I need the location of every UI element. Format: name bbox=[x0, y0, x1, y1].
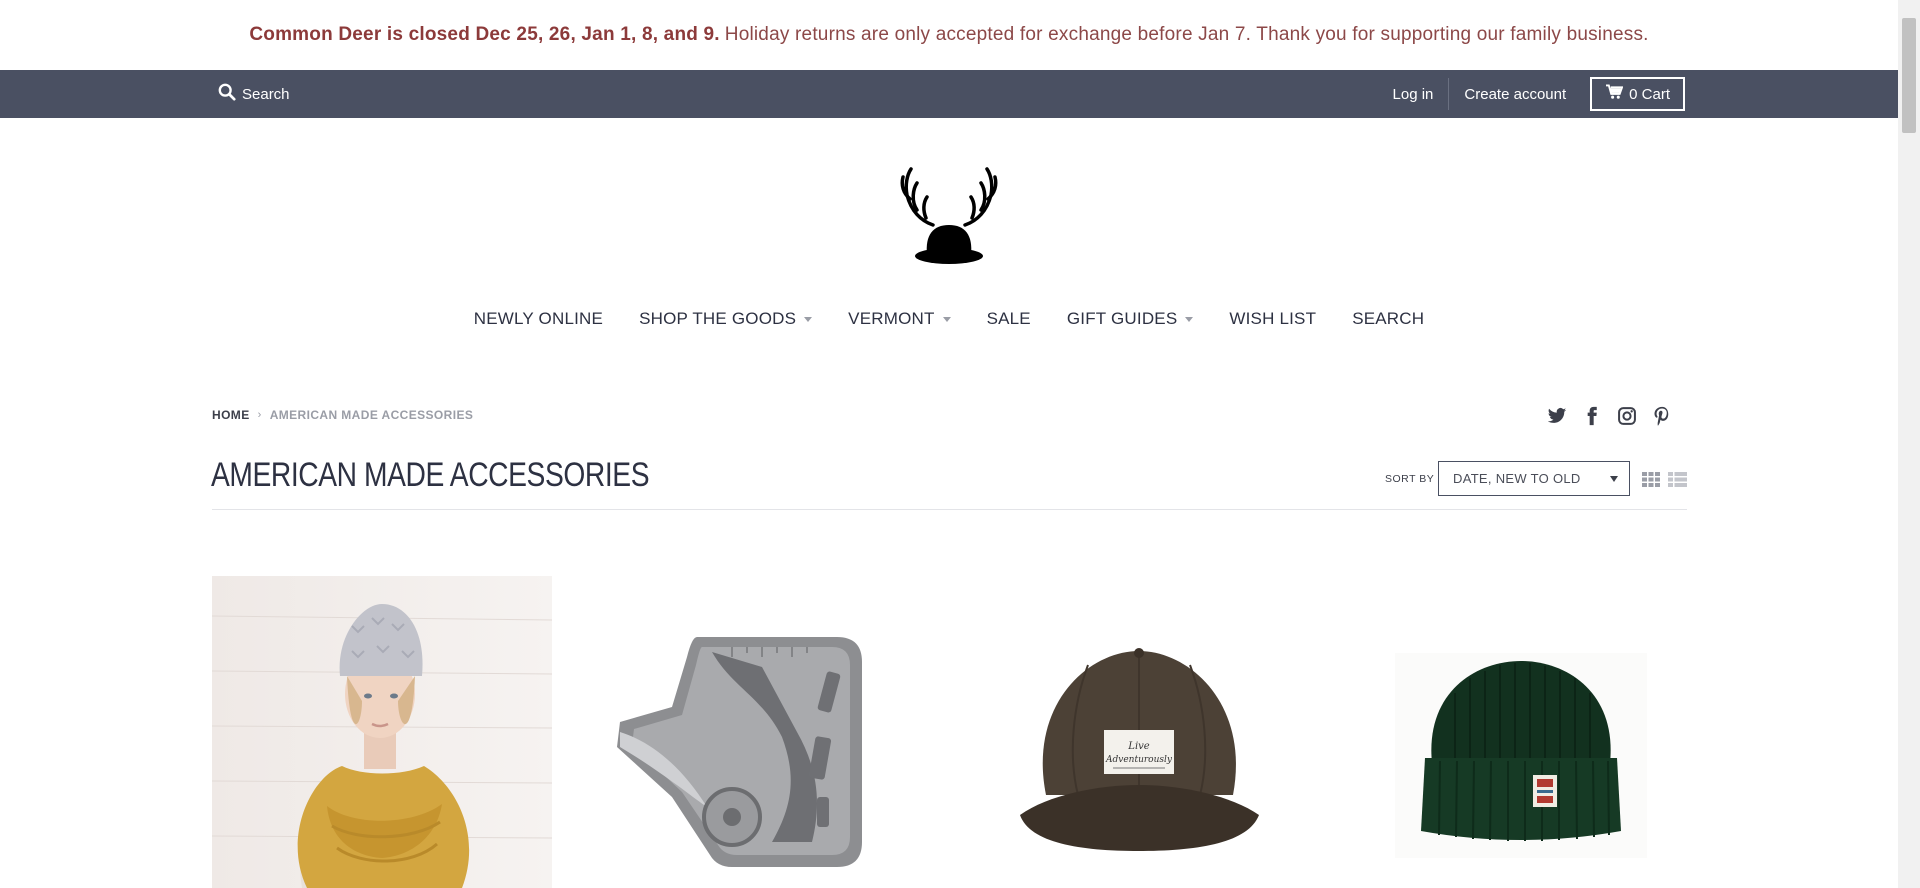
page: Common Deer is closed Dec 25, 26, Jan 1,… bbox=[0, 0, 1898, 888]
svg-text:Adventurously: Adventurously bbox=[1105, 755, 1173, 765]
deer-antler-hat-icon bbox=[900, 167, 998, 264]
list-view-icon[interactable] bbox=[1668, 472, 1687, 487]
sort-select[interactable]: DATE, NEW TO OLD bbox=[1438, 461, 1630, 496]
breadcrumb-home[interactable]: HOME bbox=[212, 408, 250, 422]
product-image-wolf-tool[interactable] bbox=[612, 627, 872, 877]
account-links: Log in Create account 0 Cart bbox=[1378, 70, 1685, 118]
breadcrumb-current: AMERICAN MADE ACCESSORIES bbox=[269, 408, 474, 422]
nav-item-search[interactable]: SEARCH bbox=[1334, 309, 1442, 329]
announcement-bold: Common Deer is closed Dec 25, 26, Jan 1,… bbox=[249, 24, 720, 45]
pinterest-icon[interactable] bbox=[1651, 405, 1673, 427]
chevron-down-icon bbox=[1610, 476, 1618, 482]
facebook-icon[interactable] bbox=[1581, 405, 1603, 427]
product-image-green-beanie[interactable] bbox=[1395, 653, 1647, 858]
nav-item-vermont[interactable]: VERMONT bbox=[830, 309, 968, 329]
collection-title: AMERICAN MADE ACCESSORIES bbox=[211, 456, 650, 494]
cart-label: 0 Cart bbox=[1629, 85, 1670, 103]
search-button[interactable]: Search bbox=[218, 70, 290, 118]
nav-label: SALE bbox=[986, 309, 1031, 328]
cart-button[interactable]: 0 Cart bbox=[1590, 77, 1685, 111]
cart-icon bbox=[1606, 84, 1624, 104]
nav-item-sale[interactable]: SALE bbox=[969, 309, 1049, 329]
product-photo bbox=[1395, 653, 1647, 858]
grid-view-icon[interactable] bbox=[1642, 472, 1660, 487]
nav-item-shop-the-goods[interactable]: SHOP THE GOODS bbox=[621, 309, 830, 329]
search-icon bbox=[218, 83, 236, 105]
create-account-link[interactable]: Create account bbox=[1449, 70, 1581, 118]
top-bar: Search Log in Create account 0 Cart bbox=[0, 70, 1898, 118]
product-image-brown-cap[interactable]: Live Adventurously bbox=[1018, 645, 1261, 853]
social-links bbox=[1546, 405, 1673, 427]
main-nav: NEWLY ONLINE SHOP THE GOODS VERMONT SALE… bbox=[0, 300, 1898, 338]
search-label: Search bbox=[242, 85, 290, 103]
nav-label: GIFT GUIDES bbox=[1066, 309, 1178, 328]
sort-by-label: SORT BY bbox=[1385, 473, 1435, 485]
nav-item-newly-online[interactable]: NEWLY ONLINE bbox=[456, 309, 621, 329]
chevron-down-icon bbox=[942, 316, 951, 322]
product-photo: Live Adventurously bbox=[1020, 648, 1259, 851]
product-photo bbox=[212, 576, 552, 888]
scrollbar-thumb[interactable] bbox=[1902, 18, 1916, 133]
announcement-bar: Common Deer is closed Dec 25, 26, Jan 1,… bbox=[0, 0, 1898, 70]
twitter-icon[interactable] bbox=[1546, 405, 1568, 427]
product-photo bbox=[617, 637, 862, 867]
nav-item-wish-list[interactable]: WISH LIST bbox=[1211, 309, 1334, 329]
chevron-down-icon bbox=[804, 316, 813, 322]
instagram-icon[interactable] bbox=[1616, 405, 1638, 427]
announcement-text: Holiday returns are only accepted for ex… bbox=[724, 24, 1649, 45]
title-divider bbox=[212, 509, 1687, 510]
login-link[interactable]: Log in bbox=[1378, 70, 1449, 118]
nav-label: VERMONT bbox=[848, 309, 935, 328]
chevron-down-icon bbox=[1185, 316, 1194, 322]
breadcrumb: HOME › AMERICAN MADE ACCESSORIES bbox=[212, 408, 473, 422]
nav-label: WISH LIST bbox=[1229, 309, 1317, 328]
nav-label: NEWLY ONLINE bbox=[473, 309, 604, 328]
breadcrumb-separator: › bbox=[257, 409, 262, 421]
nav-label: SHOP THE GOODS bbox=[639, 309, 797, 328]
product-image-woman-scarf[interactable] bbox=[212, 576, 552, 888]
svg-text:Live: Live bbox=[1127, 741, 1149, 752]
store-logo[interactable] bbox=[893, 163, 1005, 269]
nav-item-gift-guides[interactable]: GIFT GUIDES bbox=[1049, 309, 1212, 329]
scrollbar[interactable] bbox=[1898, 0, 1920, 888]
sort-value: DATE, NEW TO OLD bbox=[1453, 471, 1581, 486]
nav-label: SEARCH bbox=[1352, 309, 1425, 328]
